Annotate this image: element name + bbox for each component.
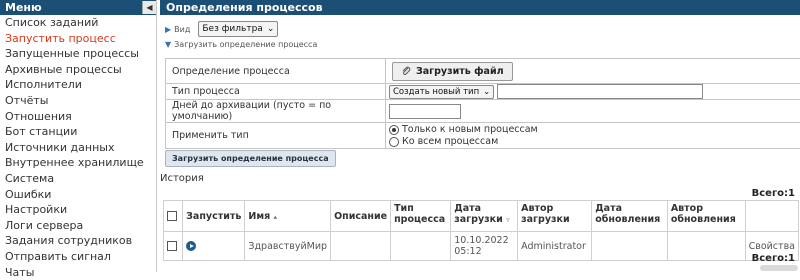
history-label: История	[160, 173, 204, 184]
chevron-down-icon: ⌄	[267, 22, 275, 36]
sidebar-item-chats[interactable]: Чаты	[0, 265, 156, 280]
radio-all-processes-button[interactable]	[389, 137, 399, 147]
sidebar-item-relations[interactable]: Отношения	[0, 109, 156, 125]
sidebar-menu: Список заданий Запустить процесс Запущен…	[0, 15, 156, 280]
apply-type-cell: Только к новым процессам Ко всем процесс…	[386, 123, 800, 149]
radio-new-processes[interactable]: Только к новым процессам	[389, 124, 794, 136]
sidebar-item-employee-tasks[interactable]: Задания сотрудников	[0, 233, 156, 249]
sidebar-title: Меню	[5, 1, 42, 14]
upload-file-button[interactable]: Загрузить файл	[392, 62, 513, 81]
upload-file-button-label: Загрузить файл	[416, 66, 504, 77]
definition-label: Определение процесса	[166, 59, 386, 84]
col-upload-date-label: Дата загрузки	[454, 203, 503, 225]
sidebar-item-executors[interactable]: Исполнители	[0, 77, 156, 93]
play-icon[interactable]	[186, 241, 196, 251]
upload-definition-toggle-label: Загрузить определение процесса	[174, 40, 317, 49]
process-type-value: Создать новый тип	[393, 86, 479, 98]
upload-form: Определение процесса Загрузить файл Тип …	[165, 58, 800, 149]
view-filter-row: ▶ Вид Без фильтра ⌄	[165, 21, 278, 37]
total-count-bottom: Всего:1	[752, 253, 795, 264]
row-update-date	[592, 232, 668, 261]
select-all-cell	[164, 201, 183, 232]
col-update-date[interactable]: Дата обновления	[592, 201, 668, 232]
process-definitions-table: Запустить Имя ▴ Описание Тип процесса Да…	[163, 200, 799, 261]
definition-cell: Загрузить файл	[386, 59, 800, 84]
sidebar-item-server-logs[interactable]: Логи сервера	[0, 218, 156, 234]
main-panel: Определения процессов ▶ Вид Без фильтра …	[160, 0, 800, 272]
col-name[interactable]: Имя ▴	[245, 201, 331, 232]
sidebar: Меню ◀ Список заданий Запустить процесс …	[0, 0, 156, 272]
radio-all-processes-label: Ко всем процессам	[402, 136, 498, 147]
row-upload-date: 10.10.2022 05:12	[451, 232, 518, 261]
upload-definition-button[interactable]: Загрузить определение процесса	[165, 150, 336, 167]
view-filter-select[interactable]: Без фильтра ⌄	[198, 21, 278, 37]
col-run[interactable]: Запустить	[183, 201, 245, 232]
sidebar-item-internal-storage[interactable]: Внутреннее хранилище	[0, 155, 156, 171]
col-actions	[745, 201, 798, 232]
page-title: Определения процессов	[160, 0, 800, 15]
view-filter-value: Без фильтра	[202, 22, 262, 36]
table-row[interactable]: ЗдравствуйМир 10.10.2022 05:12 Administr…	[164, 232, 799, 261]
process-type-select[interactable]: Создать новый тип ⌄	[389, 85, 494, 99]
col-upload-author[interactable]: Автор загрузки	[518, 201, 592, 232]
table-header-row: Запустить Имя ▴ Описание Тип процесса Да…	[164, 201, 799, 232]
collapse-sidebar-icon[interactable]: ◀	[142, 1, 156, 14]
sidebar-item-settings[interactable]: Настройки	[0, 202, 156, 218]
sort-desc-icon: ▿	[506, 216, 510, 224]
row-checkbox[interactable]	[167, 241, 177, 251]
row-upload-author: Administrator	[518, 232, 592, 261]
apply-type-label: Применить тип	[166, 123, 386, 149]
radio-all-processes[interactable]: Ко всем процессам	[389, 136, 794, 148]
row-run-cell	[183, 232, 245, 261]
col-process-type[interactable]: Тип процесса	[391, 201, 451, 232]
col-name-label: Имя	[248, 211, 270, 222]
archive-days-input[interactable]	[389, 104, 461, 119]
sidebar-item-system[interactable]: Система	[0, 171, 156, 187]
chevron-down-icon: ⌄	[483, 86, 490, 98]
properties-link[interactable]: Свойства	[749, 241, 795, 252]
col-upload-date[interactable]: Дата загрузки ▿	[451, 201, 518, 232]
select-all-checkbox[interactable]	[167, 211, 177, 221]
type-cell: Создать новый тип ⌄	[386, 84, 800, 100]
collapse-arrow-icon: ▼	[165, 40, 171, 49]
view-label: Вид	[174, 25, 190, 34]
radio-new-processes-button[interactable]	[389, 125, 399, 135]
sidebar-item-send-signal[interactable]: Отправить сигнал	[0, 249, 156, 265]
process-type-input[interactable]	[497, 84, 703, 99]
sidebar-item-start-process[interactable]: Запустить процесс	[0, 31, 156, 47]
sidebar-item-archived-processes[interactable]: Архивные процессы	[0, 62, 156, 78]
total-count-top: Всего:1	[752, 188, 795, 199]
sidebar-item-reports[interactable]: Отчёты	[0, 93, 156, 109]
row-name[interactable]: ЗдравствуйМир	[245, 232, 331, 261]
archive-days-cell	[386, 100, 800, 123]
row-type	[391, 232, 451, 261]
archive-days-label: Дней до архивации (пусто = по умолчанию)	[166, 100, 386, 123]
sidebar-header: Меню ◀	[0, 0, 156, 15]
sidebar-item-data-sources[interactable]: Источники данных	[0, 140, 156, 156]
col-description[interactable]: Описание	[331, 201, 391, 232]
paperclip-icon	[401, 66, 411, 76]
type-label: Тип процесса	[166, 84, 386, 100]
sidebar-divider	[156, 0, 157, 272]
col-update-author[interactable]: Автор обновления	[667, 201, 745, 232]
row-update-author	[667, 232, 745, 261]
upload-definition-toggle[interactable]: ▼ Загрузить определение процесса	[165, 40, 317, 49]
horizontal-scrollbar[interactable]	[760, 265, 798, 271]
radio-new-processes-label: Только к новым процессам	[402, 124, 538, 135]
expand-arrow-icon[interactable]: ▶	[165, 25, 171, 34]
sort-asc-icon: ▴	[274, 213, 278, 221]
sidebar-item-bot-stations[interactable]: Бот станции	[0, 124, 156, 140]
sidebar-item-running-processes[interactable]: Запущенные процессы	[0, 46, 156, 62]
sidebar-item-errors[interactable]: Ошибки	[0, 187, 156, 203]
row-description	[331, 232, 391, 261]
row-select-cell	[164, 232, 183, 261]
sidebar-item-tasks[interactable]: Список заданий	[0, 15, 156, 31]
